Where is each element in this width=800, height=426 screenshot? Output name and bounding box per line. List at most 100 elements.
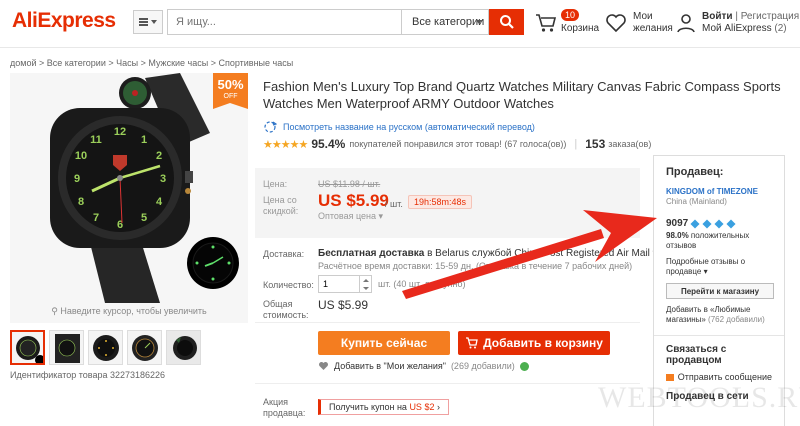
aliexpress-logo[interactable]: AliExpress: [12, 9, 116, 33]
quantity-stepper[interactable]: [318, 275, 372, 293]
info-icon[interactable]: [519, 361, 529, 371]
rating-percent: 95.4%: [311, 137, 346, 151]
total-label: Общая стоимость:: [263, 299, 309, 321]
quantity-available: шт. (40 шт. доступно): [378, 279, 466, 289]
quantity-label: Количество:: [263, 280, 314, 290]
svg-text:3: 3: [160, 173, 166, 185]
watch-thumb-image: [16, 336, 43, 363]
seller-score: 9097: [666, 218, 772, 229]
search-button[interactable]: [489, 9, 524, 35]
thumbnail-strip: [10, 330, 201, 365]
svg-text:1: 1: [141, 134, 147, 146]
quantity-input[interactable]: [319, 276, 359, 292]
sep-slash: |: [735, 11, 738, 22]
contact-seller-heading: Связаться с продавцом: [666, 344, 727, 366]
categories-menu-button[interactable]: [133, 10, 163, 34]
login-link[interactable]: Войти: [702, 11, 733, 22]
heart-icon: [606, 14, 626, 33]
watermark-text: WEBTOOLS.RU: [598, 381, 800, 414]
cart-link[interactable]: 10 Корзина: [535, 9, 599, 37]
countdown-timer: 19h:58m:48s: [408, 195, 473, 209]
shipping-method-text: в Belarus службой China Post Registered …: [427, 248, 658, 259]
go-to-store-button[interactable]: Перейти к магазину: [666, 283, 774, 299]
price-label: Цена:: [263, 179, 288, 189]
shipping-option[interactable]: Бесплатная доставка в Belarus службой Ch…: [318, 248, 658, 259]
heart-icon: [319, 362, 328, 370]
breadcrumb[interactable]: домой > Все категории > Часы > Мужские ч…: [10, 58, 293, 68]
cart-plus-icon: [466, 337, 478, 349]
discount-price-label: Цена со скидкой:: [263, 195, 298, 217]
diamond-icon: [714, 218, 724, 229]
svg-text:5: 5: [141, 212, 147, 224]
discount-percent: 50%: [217, 77, 244, 92]
zoom-icon: ⚲: [51, 306, 58, 316]
divider: [654, 335, 784, 336]
add-to-wishlist-link[interactable]: Добавить в "Мои желания" (269 добавили): [318, 361, 529, 371]
seller-heading: Продавец:: [666, 166, 724, 178]
register-link[interactable]: Регистрация: [741, 11, 799, 22]
wholesale-price-link[interactable]: Оптовая цена ▾: [318, 211, 383, 222]
quantity-arrows[interactable]: [359, 276, 371, 292]
arrow-down-icon[interactable]: [362, 286, 369, 290]
thumbnail-5[interactable]: [166, 330, 201, 365]
thumbnail-2[interactable]: [49, 330, 84, 365]
zoom-hint: ⚲ Наведите курсор, чтобы увеличить: [10, 306, 248, 317]
discount-off-label: OFF: [223, 93, 238, 100]
wishlist-label-line2: желания: [633, 23, 673, 34]
positive-percent: 98.0%: [666, 231, 689, 240]
rating-text[interactable]: покупателей понравился этот товар! (67 г…: [349, 139, 566, 149]
svg-text:4: 4: [156, 196, 163, 208]
diamond-icon: [690, 218, 700, 229]
discount-price-label-line2: скидкой:: [263, 206, 299, 216]
discount-badge: 50% OFF: [213, 73, 248, 109]
thumbnail-3[interactable]: [88, 330, 123, 365]
orders-count: 153: [585, 137, 606, 151]
rating-divider: |: [574, 138, 578, 150]
coupon-text: Получить купон на: [329, 402, 407, 412]
original-price: US $11.98 / шт.: [318, 179, 381, 189]
cart-count-badge: 10: [561, 9, 580, 21]
seller-store-link[interactable]: KINGDOM of TIMEZONE: [666, 187, 772, 196]
fav-store-count: (762 добавили): [708, 315, 765, 324]
product-id: Идентификатор товара 32273186226: [10, 370, 166, 380]
svg-text:7: 7: [93, 212, 99, 224]
wishlist-link[interactable]: Мои желания: [605, 9, 673, 37]
rating-row: ★★★★★ 95.4% покупателей понравился этот …: [263, 137, 651, 151]
total-label-line2: стоимость:: [263, 310, 309, 320]
svg-text:8: 8: [78, 196, 84, 208]
watch-thumb-image: [167, 331, 200, 364]
price-box: Цена: US $11.98 / шт. Цена со скидкой: U…: [255, 168, 640, 238]
search-input[interactable]: [167, 9, 401, 35]
total-price: US $5.99: [318, 298, 369, 312]
translate-icon: [264, 121, 277, 133]
cart-label: Корзина: [561, 23, 600, 34]
arrow-up-icon[interactable]: [362, 278, 369, 282]
add-to-cart-button[interactable]: Добавить в корзину: [458, 331, 610, 355]
discount-price: US $5.99: [318, 191, 389, 210]
svg-text:9: 9: [74, 173, 80, 185]
thumbnail-1[interactable]: [10, 330, 45, 365]
account-menu[interactable]: Войти | Регистрация Мой AliExpress (2): [676, 9, 799, 37]
cart-icon: [536, 14, 557, 32]
seller-details-link[interactable]: Подробные отзывы о продавце ▾: [666, 257, 772, 277]
zoom-hint-text: Наведите курсор, чтобы увеличить: [60, 306, 207, 316]
my-aliexpress-count: (2): [774, 23, 787, 34]
star-rating-icon[interactable]: ★★★★★: [263, 138, 308, 151]
search-category-select[interactable]: Все категории: [401, 9, 489, 35]
seller-positive-feedback: 98.0% положительных отзывов: [666, 231, 772, 251]
thumbnail-4[interactable]: [127, 330, 162, 365]
get-coupon-button[interactable]: Получить купон на US $2 ›: [318, 399, 449, 415]
price-unit: / шт.: [385, 199, 403, 209]
seller-promo-label-line1: Акция: [263, 397, 288, 407]
product-main-image[interactable]: 12 3 6 9 1245 7 8 10 11 ⚲ Наведите курсор, что…: [10, 73, 248, 323]
buy-now-button[interactable]: Купить сейчас: [318, 331, 450, 355]
wishlist-count: (269 добавили): [450, 361, 515, 371]
discount-price-label-line1: Цена со: [263, 195, 297, 205]
seller-promo-label: Акция продавца:: [263, 397, 305, 419]
translate-title-link[interactable]: Посмотреть название на русском (автомати…: [263, 121, 535, 133]
svg-text:10: 10: [75, 150, 87, 162]
add-favorite-store-link[interactable]: Добавить в «Любимые магазины» (762 добав…: [666, 305, 772, 325]
coupon-value: US $2: [409, 402, 435, 412]
product-title: Fashion Men's Luxury Top Brand Quartz Wa…: [263, 79, 781, 111]
my-aliexpress-link[interactable]: Мой AliExpress: [702, 23, 772, 34]
